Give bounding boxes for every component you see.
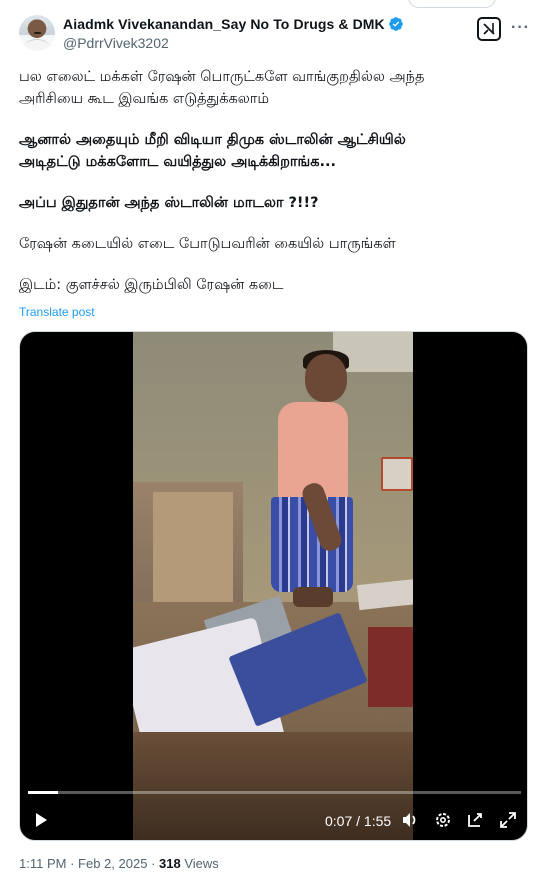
tweet-line-6: ரேஷன் கடையில் எடை போடுபவரின் கையில் பாரு… <box>19 236 396 252</box>
tweet-line-2: அரிசியை கூட இவங்க எடுத்துக்கலாம் <box>19 91 270 107</box>
play-icon[interactable] <box>32 811 50 829</box>
avatar-shirt-shape <box>24 39 50 51</box>
tweet-meta-separator: · <box>70 856 75 871</box>
translate-post-link[interactable]: Translate post <box>19 305 95 319</box>
volume-icon[interactable] <box>400 810 420 830</box>
video-progress-fill <box>28 791 58 794</box>
tweet-views-count: 318 <box>159 856 181 871</box>
picture-in-picture-icon[interactable] <box>466 810 486 830</box>
author-handle[interactable]: @PdrrVivek3202 <box>63 35 169 51</box>
tweet-line-4: அடிதட்டு மக்களோட வயித்துல அடிக்கிறாங்க..… <box>19 154 337 170</box>
tweet-line-5: அப்ப இதுதான் அந்த ஸ்டாலின் மாடலா ?!!? <box>19 195 319 211</box>
video-controls: 0:07 / 1:55 <box>20 802 527 838</box>
tweet-header: Aiadmk Vivekanandan_Say No To Drugs & DM… <box>0 0 547 60</box>
tweet-text: பல எலைட் மக்கள் ரேஷன் பொருட்களே வாங்குறத… <box>19 66 529 315</box>
tweet-line-3: ஆனால் அதையும் மீறி விடியா திமுக ஸ்டாலின்… <box>19 132 406 148</box>
author-avatar[interactable] <box>19 15 55 51</box>
settings-gear-icon[interactable] <box>433 810 453 830</box>
author-name-row[interactable]: Aiadmk Vivekanandan_Say No To Drugs & DM… <box>63 16 404 32</box>
video-book-red <box>368 627 413 707</box>
verified-badge-icon[interactable] <box>388 16 404 32</box>
tweet-views-label: Views <box>184 856 219 871</box>
video-frame <box>133 332 413 840</box>
video-time-display: 0:07 / 1:55 <box>325 813 392 829</box>
tweet-line-7: இடம்: குளச்சல் இரும்பிலி ரேஷன் கடை <box>19 277 284 293</box>
video-player[interactable]: 0:07 / 1:55 <box>19 331 528 841</box>
video-person-leg <box>293 587 333 607</box>
tweet-date[interactable]: Feb 2, 2025 <box>78 856 147 871</box>
fullscreen-icon[interactable] <box>498 810 518 830</box>
video-box-shape <box>153 492 233 612</box>
video-scale-shape <box>381 457 413 491</box>
video-progress-bar[interactable] <box>28 791 521 794</box>
tweet-time[interactable]: 1:11 PM <box>19 856 66 871</box>
tweet-meta: 1:11 PM · Feb 2, 2025 · 318 Views <box>19 856 219 871</box>
avatar-mustache-shape <box>34 32 41 34</box>
grok-icon[interactable] <box>477 17 501 41</box>
tweet-meta-separator-2: · <box>151 856 156 871</box>
author-display-name[interactable]: Aiadmk Vivekanandan_Say No To Drugs & DM… <box>63 16 385 32</box>
video-person-head <box>305 354 347 402</box>
tweet-line-1: பல எலைட் மக்கள் ரேஷன் பொருட்களே வாங்குறத… <box>19 69 425 85</box>
more-icon[interactable]: ··· <box>511 19 530 37</box>
